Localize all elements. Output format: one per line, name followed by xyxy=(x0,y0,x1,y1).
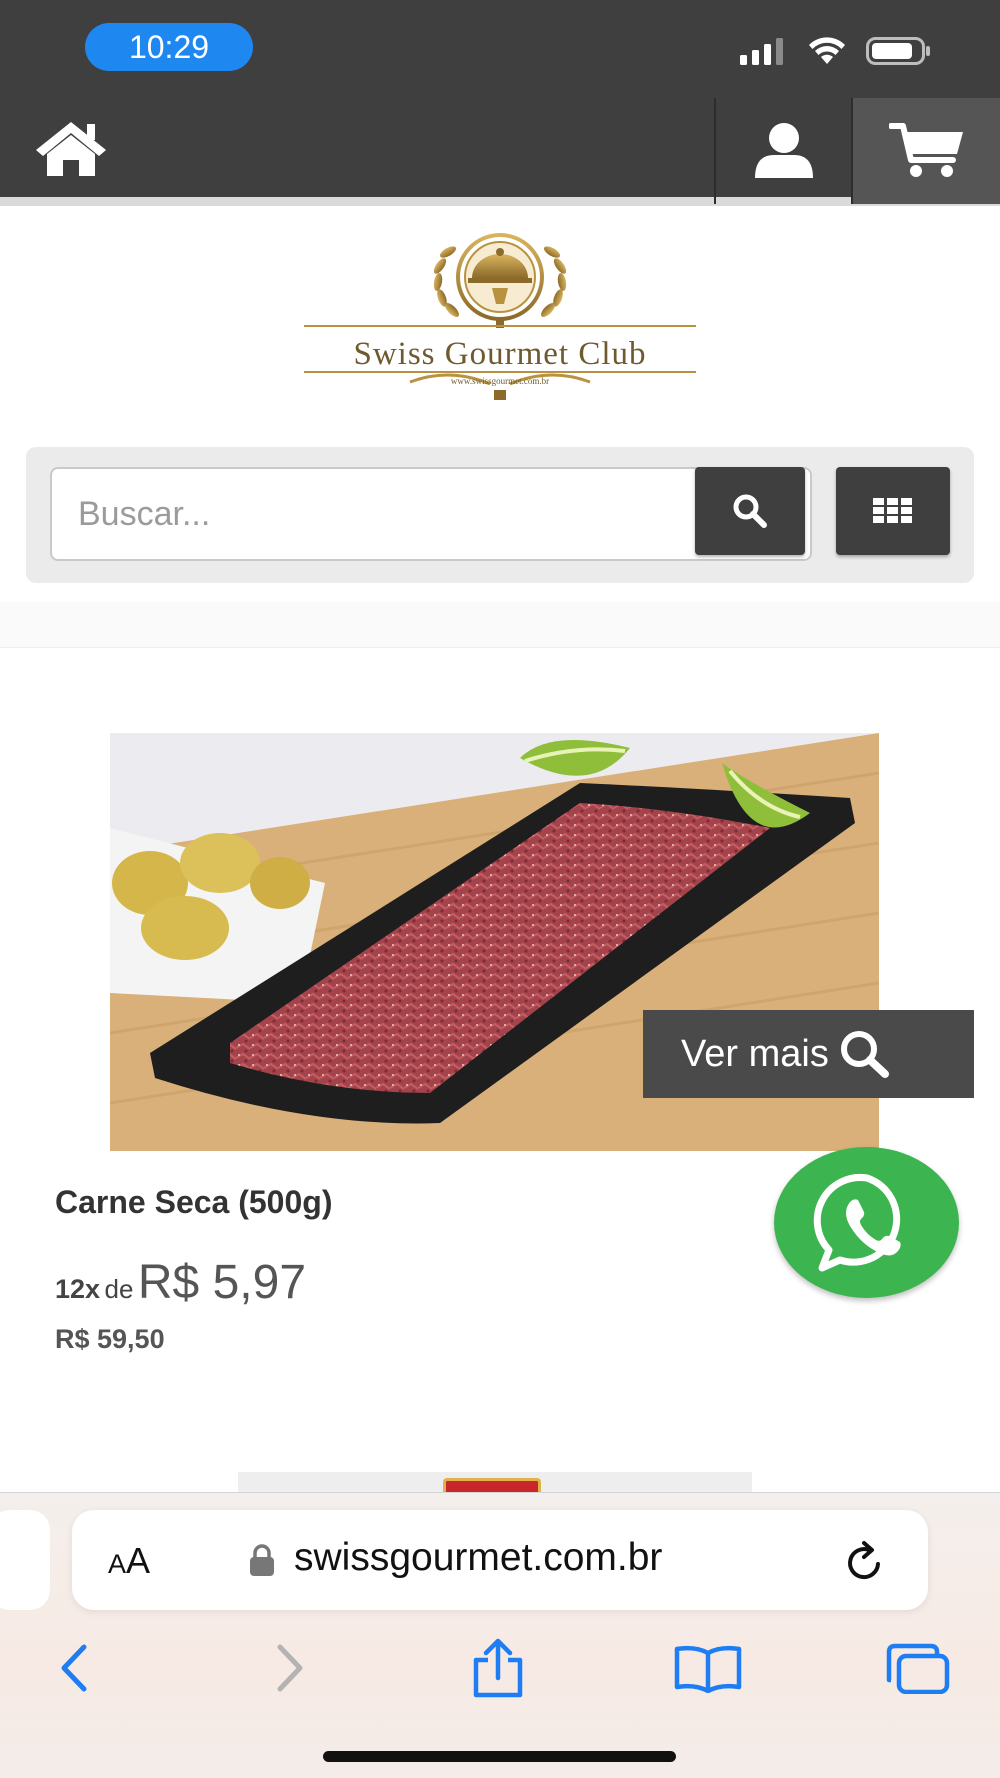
status-icons xyxy=(740,36,932,66)
ver-mais-button[interactable]: Ver mais xyxy=(643,1010,974,1098)
bookmarks-button[interactable] xyxy=(668,1633,748,1703)
signal-icon xyxy=(740,38,783,65)
site-nav-bar xyxy=(0,98,1000,206)
site-logo[interactable]: Swiss Gourmet Club www.swissgourmet.com.… xyxy=(300,232,700,412)
whatsapp-icon xyxy=(813,1173,901,1271)
reader-aa-button[interactable]: AA xyxy=(108,1540,150,1582)
address-bar[interactable]: AA swissgourmet.com.br xyxy=(72,1510,928,1610)
user-icon xyxy=(754,123,813,178)
forward-button[interactable] xyxy=(250,1633,330,1703)
book-icon xyxy=(674,1645,742,1693)
logo-wordmark: Swiss Gourmet Club xyxy=(353,336,647,372)
search-button[interactable] xyxy=(695,467,805,555)
logo-url: www.swissgourmet.com.br xyxy=(450,376,550,386)
home-button[interactable] xyxy=(34,120,108,178)
page-root: 10:29 Swiss Gourmet Club www.swissgourme… xyxy=(0,0,1000,1778)
search-icon xyxy=(733,494,767,528)
ver-mais-label: Ver mais xyxy=(681,1032,829,1075)
installment-de: de xyxy=(104,1274,134,1304)
section-divider xyxy=(0,602,1000,648)
cart-button[interactable] xyxy=(851,98,1000,204)
previous-tab-preview[interactable] xyxy=(0,1510,50,1610)
aa-small-letter: A xyxy=(108,1549,127,1579)
battery-icon xyxy=(866,37,930,65)
installment-price: 12x de R$ 5,97 xyxy=(55,1255,306,1310)
lock-icon xyxy=(250,1544,274,1576)
installment-count: 12x xyxy=(55,1274,101,1304)
search-icon xyxy=(840,1031,889,1078)
status-bar: 10:29 xyxy=(0,0,1000,98)
share-button[interactable] xyxy=(458,1633,538,1703)
tabs-icon xyxy=(886,1643,950,1694)
search-panel xyxy=(26,447,974,583)
full-price: R$ 59,50 xyxy=(55,1324,165,1354)
home-indicator xyxy=(323,1751,676,1762)
account-button[interactable] xyxy=(714,98,851,204)
product-title[interactable]: Carne Seca (500g) xyxy=(55,1184,332,1221)
installment-value: R$ 5,97 xyxy=(137,1256,307,1309)
aa-large-letter: A xyxy=(126,1540,151,1581)
chevron-right-icon xyxy=(277,1644,303,1692)
browser-toolbar xyxy=(0,1623,1000,1713)
share-icon xyxy=(473,1638,523,1698)
reload-icon[interactable] xyxy=(842,1540,888,1586)
browser-bottom-bar: AA swissgourmet.com.br xyxy=(0,1492,1000,1778)
tabs-button[interactable] xyxy=(878,1633,958,1703)
wifi-icon xyxy=(809,37,845,64)
status-time: 10:29 xyxy=(85,23,253,71)
home-icon xyxy=(36,122,106,176)
grid-icon xyxy=(873,498,912,523)
back-button[interactable] xyxy=(34,1633,114,1703)
cart-icon xyxy=(888,123,963,177)
categories-grid-button[interactable] xyxy=(836,467,950,555)
whatsapp-button[interactable] xyxy=(774,1147,959,1298)
chevron-left-icon xyxy=(61,1644,87,1692)
url-text: swissgourmet.com.br xyxy=(294,1536,663,1579)
